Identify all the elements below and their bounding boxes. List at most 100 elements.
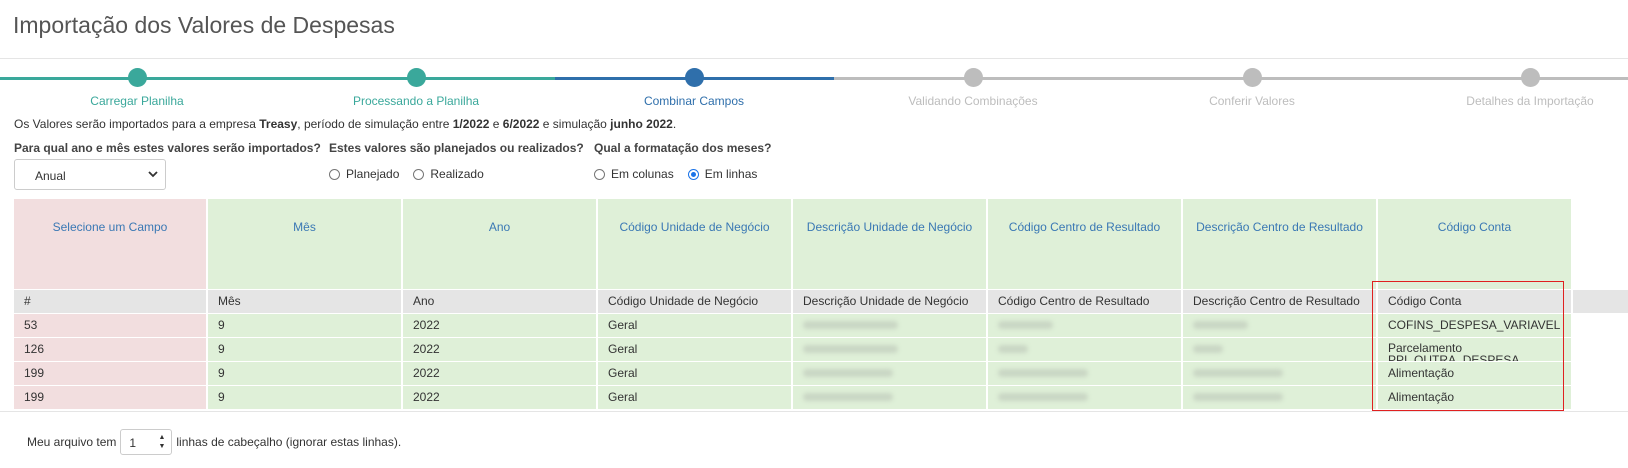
- table-cell: 9: [208, 338, 401, 361]
- table-cell: Geral: [598, 314, 791, 337]
- field-select-header[interactable]: Mês: [208, 199, 401, 289]
- radio-realizado-label[interactable]: Realizado: [430, 167, 483, 181]
- radio-em-colunas[interactable]: [594, 168, 605, 180]
- column-descricao-unidade: Descrição Unidade de Negócio Descrição U…: [793, 199, 986, 411]
- wizard-step-conferir: Conferir Valores: [1102, 66, 1402, 108]
- column-descricao-centro: Descrição Centro de Resultado Descrição …: [1183, 199, 1376, 411]
- field-select-header[interactable]: Código Centro de Resultado: [988, 199, 1181, 289]
- redacted-cell: [793, 362, 986, 385]
- table-cell: 126: [14, 338, 206, 361]
- step-label: Processando a Planilha: [352, 94, 480, 108]
- table-bottom-divider: [0, 411, 1628, 412]
- table-cell: 9: [208, 386, 401, 409]
- field-select-header[interactable]: Código Unidade de Negócio: [598, 199, 791, 289]
- wizard-progress: Carregar Planilha Processando a Planilha…: [0, 66, 1628, 112]
- field-select-header[interactable]: Código Conta: [1378, 199, 1571, 289]
- redacted-cell: [1183, 386, 1376, 409]
- redacted-cell: [1183, 314, 1376, 337]
- period-select-value: Anual: [35, 169, 66, 183]
- step-label: Combinar Campos: [643, 94, 745, 108]
- radio-em-linhas[interactable]: [687, 168, 699, 180]
- step-dot-icon: [127, 68, 147, 87]
- redacted-cell: [988, 314, 1181, 337]
- redacted-cell: [793, 338, 986, 361]
- table-cell: Parcelamento PPI_OUTRA_DESPESA: [1378, 338, 1571, 361]
- redacted-cell: [1183, 338, 1376, 361]
- months-radio-group: Em colunas Em linhas: [594, 167, 771, 181]
- header-lines-prefix: Meu arquivo tem: [27, 435, 117, 449]
- step-dot-icon: [406, 68, 426, 87]
- title-divider: [0, 58, 1628, 59]
- column-row-number: Selecione um Campo # 53 126 199 199: [14, 199, 206, 411]
- file-header-cell: Código Centro de Resultado: [988, 290, 1181, 313]
- step-dot-icon: [684, 68, 704, 87]
- column-mes: Mês Mês 9 9 9 9: [208, 199, 401, 411]
- table-cell: Alimentação: [1378, 362, 1571, 385]
- table-cell: Geral: [598, 362, 791, 385]
- table-cell: 199: [14, 362, 206, 385]
- radio-em-linhas-label[interactable]: Em linhas: [705, 167, 758, 181]
- table-cell: Alimentação: [1378, 386, 1571, 409]
- table-cell: 2022: [403, 314, 596, 337]
- table-cell: 2022: [403, 362, 596, 385]
- step-dot-icon: [1242, 68, 1262, 87]
- column-codigo-centro: Código Centro de Resultado Código Centro…: [988, 199, 1181, 411]
- radio-em-colunas-label[interactable]: Em colunas: [611, 167, 674, 181]
- redacted-cell: [793, 314, 986, 337]
- radio-planejado[interactable]: [329, 168, 340, 180]
- spinner-arrows-icon[interactable]: ▲ ▼: [158, 433, 165, 451]
- step-label: Carregar Planilha: [90, 94, 184, 108]
- radio-realizado[interactable]: [413, 168, 425, 180]
- field-select-header[interactable]: Selecione um Campo: [14, 199, 206, 289]
- table-cell: 9: [208, 314, 401, 337]
- field-select-header[interactable]: Descrição Unidade de Negócio: [793, 199, 986, 289]
- column-ano: Ano Ano 2022 2022 2022 2022: [403, 199, 596, 411]
- import-info-text: Os Valores serão importados para a empre…: [14, 117, 677, 131]
- step-label: Conferir Valores: [1209, 94, 1295, 108]
- table-cell: Geral: [598, 386, 791, 409]
- redacted-cell: [793, 386, 986, 409]
- header-lines-value: 1: [129, 436, 137, 450]
- file-header-cell: Descrição Unidade de Negócio: [793, 290, 986, 313]
- step-label: Detalhes da Importação: [1466, 94, 1594, 108]
- redacted-cell: [988, 362, 1181, 385]
- step-dot-icon: [963, 68, 983, 87]
- chevron-down-icon: [148, 171, 158, 178]
- redacted-cell: [988, 338, 1181, 361]
- file-header-cell: Mês: [208, 290, 401, 313]
- type-question-label: Estes valores são planejados ou realizad…: [329, 141, 584, 155]
- column-codigo-conta: Código Conta Código Conta COFINS_DESPESA…: [1378, 199, 1571, 411]
- wizard-step-carregar[interactable]: Carregar Planilha: [0, 66, 287, 108]
- file-header-cell: Código Conta: [1378, 290, 1571, 313]
- page-title: Importação dos Valores de Despesas: [13, 12, 395, 38]
- redacted-cell: [988, 386, 1181, 409]
- column-overflow: [1573, 199, 1628, 411]
- wizard-step-validando: Validando Combinações: [823, 66, 1123, 108]
- step-label: Validando Combinações: [908, 94, 1038, 108]
- header-lines-input[interactable]: 1 ▲ ▼: [120, 429, 173, 455]
- months-question-label: Qual a formatação dos meses?: [594, 141, 772, 155]
- header-lines-suffix: linhas de cabeçalho (ignorar estas linha…: [176, 435, 402, 449]
- wizard-step-detalhes: Detalhes da Importação: [1380, 66, 1628, 108]
- wizard-step-combinar[interactable]: Combinar Campos: [544, 66, 844, 108]
- header-lines-setting: Meu arquivo tem 1 ▲ ▼ linhas de cabeçalho…: [27, 429, 401, 455]
- type-radio-group: Planejado Realizado: [329, 167, 498, 181]
- table-cell: Geral: [598, 338, 791, 361]
- period-question-label: Para qual ano e mês estes valores serão …: [14, 141, 321, 155]
- period-select[interactable]: Anual: [14, 159, 166, 190]
- table-cell: 2022: [403, 386, 596, 409]
- table-cell: 2022: [403, 338, 596, 361]
- file-header-cell: Descrição Centro de Resultado: [1183, 290, 1376, 313]
- column-codigo-unidade: Código Unidade de Negócio Código Unidade…: [598, 199, 791, 411]
- redacted-cell: [1183, 362, 1376, 385]
- file-header-cell: #: [14, 290, 206, 313]
- field-select-header[interactable]: Ano: [403, 199, 596, 289]
- file-header-cell: [1573, 290, 1628, 313]
- table-cell: COFINS_DESPESA_VARIAVEL: [1378, 314, 1571, 337]
- field-select-header[interactable]: Descrição Centro de Resultado: [1183, 199, 1376, 289]
- radio-planejado-label[interactable]: Planejado: [346, 167, 399, 181]
- step-dot-icon: [1520, 68, 1540, 87]
- table-cell: 53: [14, 314, 206, 337]
- wizard-step-processando[interactable]: Processando a Planilha: [266, 66, 566, 108]
- table-cell: 9: [208, 362, 401, 385]
